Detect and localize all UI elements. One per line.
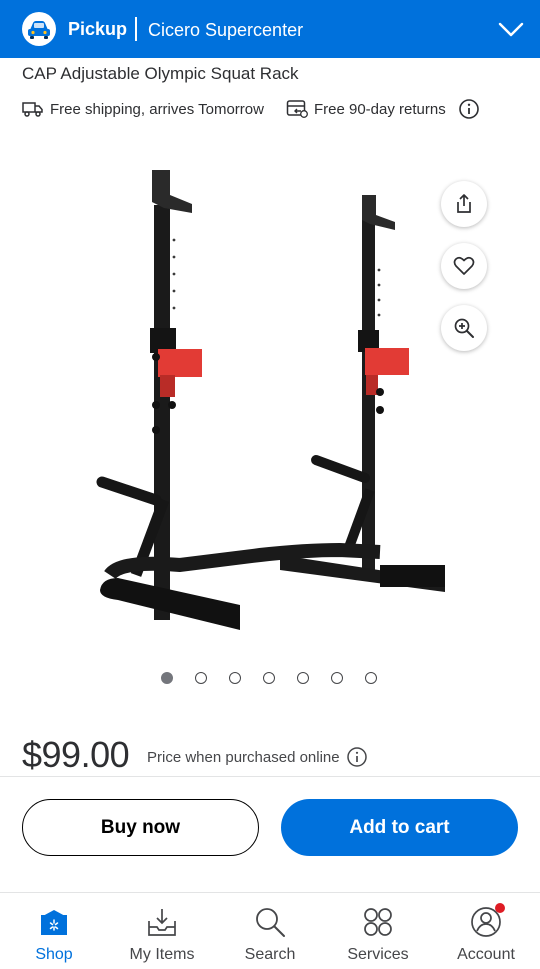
squat-rack-photo[interactable] — [90, 160, 450, 640]
store-name[interactable]: Cicero Supercenter — [148, 20, 303, 41]
divider — [0, 776, 540, 777]
heart-icon — [453, 256, 475, 275]
carousel-dot[interactable] — [297, 672, 309, 684]
returns-icon — [286, 100, 308, 118]
nav-item-account[interactable]: Account — [432, 893, 540, 969]
image-carousel-dots[interactable] — [161, 672, 399, 684]
buy-now-button[interactable]: Buy now — [22, 799, 259, 856]
pickup-label[interactable]: Pickup — [68, 19, 127, 40]
carousel-dot[interactable] — [161, 672, 173, 684]
pickup-car-icon — [22, 12, 56, 46]
favorite-button[interactable] — [441, 243, 487, 289]
search-icon — [253, 905, 287, 939]
zoom-in-icon — [454, 318, 474, 338]
carousel-dot[interactable] — [331, 672, 343, 684]
carousel-dot[interactable] — [263, 672, 275, 684]
product-price: $99.00 — [22, 734, 130, 775]
shop-icon — [37, 905, 71, 939]
nav-item-my-items[interactable]: My Items — [108, 893, 216, 969]
carousel-dot[interactable] — [195, 672, 207, 684]
shipping-text: Free shipping, arrives Tomorrow — [50, 100, 264, 118]
bottom-nav: Shop My Items Search Services Account — [0, 893, 540, 969]
nav-label: My Items — [129, 946, 195, 963]
nav-item-services[interactable]: Services — [324, 893, 432, 969]
share-icon — [457, 194, 471, 213]
price-note: Price when purchased online — [147, 746, 368, 768]
notification-dot — [495, 903, 505, 913]
services-icon — [361, 905, 395, 939]
nav-label: Shop — [35, 946, 73, 963]
header-divider — [135, 17, 137, 41]
share-button[interactable] — [441, 181, 487, 227]
nav-item-shop[interactable]: Shop — [0, 893, 108, 969]
price-note-text: Price when purchased online — [147, 748, 340, 766]
zoom-button[interactable] — [441, 305, 487, 351]
product-title: CAP Adjustable Olympic Squat Rack — [22, 64, 299, 83]
top-bar[interactable]: Pickup Cicero Supercenter — [0, 0, 540, 58]
my-items-icon — [145, 905, 179, 939]
truck-icon — [22, 102, 43, 117]
nav-item-search[interactable]: Search — [216, 893, 324, 969]
info-icon[interactable] — [458, 98, 480, 120]
chevron-down-icon[interactable] — [498, 18, 524, 40]
info-icon[interactable] — [346, 746, 368, 768]
carousel-dot[interactable] — [229, 672, 241, 684]
nav-label: Services — [347, 946, 409, 963]
nav-label: Account — [457, 946, 515, 963]
carousel-dot[interactable] — [365, 672, 377, 684]
returns-text: Free 90-day returns — [313, 100, 446, 118]
fulfillment-row: Free shipping, arrives Tomorrow Free 90-… — [22, 96, 480, 122]
nav-label: Search — [244, 946, 296, 963]
account-icon — [469, 903, 505, 939]
add-to-cart-button[interactable]: Add to cart — [281, 799, 518, 856]
